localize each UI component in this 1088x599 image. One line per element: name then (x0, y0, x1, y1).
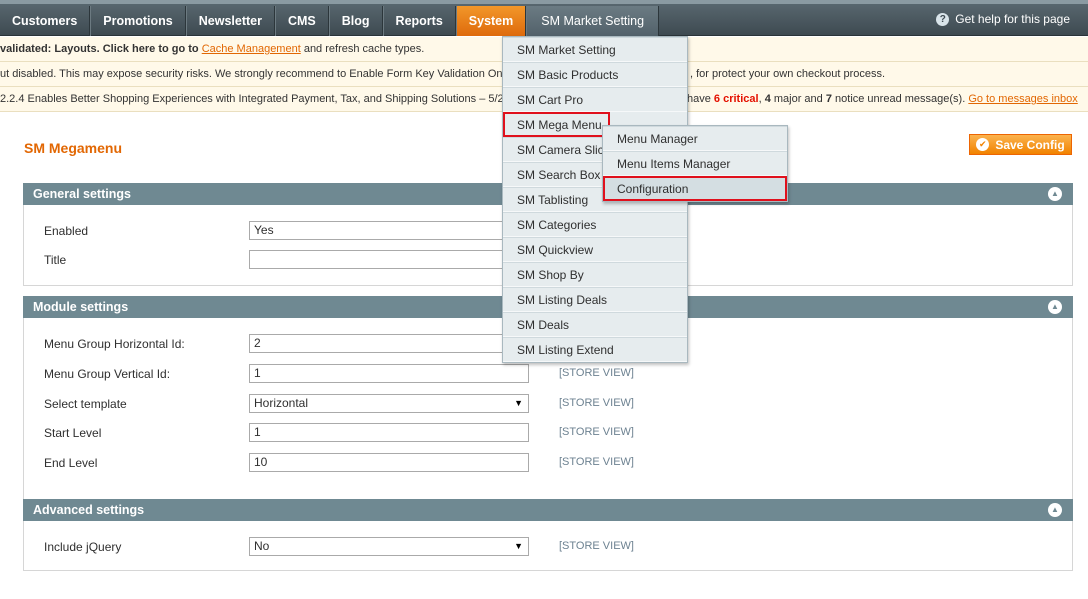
end-level-label: End Level (44, 456, 98, 470)
notice-form-key-text: ut disabled. This may expose security ri… (0, 68, 503, 80)
menu-group-horizontal-value: 2 (254, 336, 261, 350)
advanced-settings-body: Include jQuery No ▼ [STORE VIEW] (23, 521, 1073, 571)
notice-major: major and (770, 93, 826, 105)
menu-item-sm-listing-extend[interactable]: SM Listing Extend (503, 337, 687, 362)
messages-inbox-link[interactable]: Go to messages inbox (968, 93, 1077, 105)
title-label: Title (44, 253, 67, 267)
enabled-label: Enabled (44, 224, 89, 238)
notice-messages-text: 2.2.4 Enables Better Shopping Experience… (0, 93, 504, 105)
select-template-select[interactable]: Horizontal ▼ (249, 394, 529, 413)
submenu-item-configuration[interactable]: Configuration (603, 176, 787, 201)
help-link[interactable]: ? Get help for this page (936, 12, 1070, 26)
notice-messages-summary: have 6 critical, 4 major and 7 notice un… (687, 87, 1078, 111)
nav-customers[interactable]: Customers (0, 6, 91, 36)
collapse-up-icon[interactable]: ▲ (1048, 300, 1062, 314)
help-label: Get help for this page (955, 12, 1070, 26)
save-config-label: Save Config (995, 137, 1065, 152)
admin-top-nav: Customers Promotions Newsletter CMS Blog… (0, 0, 1088, 36)
collapse-up-icon[interactable]: ▲ (1048, 187, 1062, 201)
menu-group-horizontal-input[interactable]: 2 (249, 334, 529, 353)
start-level-input[interactable]: 1 (249, 423, 529, 442)
critical-count: 6 critical (713, 93, 759, 105)
end-level-scope: [STORE VIEW] (559, 456, 634, 468)
nav-reports[interactable]: Reports (382, 6, 456, 36)
start-level-label: Start Level (44, 426, 102, 440)
menu-item-sm-shop-by[interactable]: SM Shop By (503, 262, 687, 287)
menu-item-sm-listing-deals[interactable]: SM Listing Deals (503, 287, 687, 312)
menu-item-sm-categories[interactable]: SM Categories (503, 212, 687, 237)
sm-mega-menu-submenu: Menu Manager Menu Items Manager Configur… (602, 125, 788, 202)
collapse-up-icon[interactable]: ▲ (1048, 503, 1062, 517)
nav-sm-market-setting[interactable]: SM Market Setting (526, 6, 660, 36)
end-level-input[interactable]: 10 (249, 453, 529, 472)
menu-item-sm-basic-products[interactable]: SM Basic Products (503, 62, 687, 87)
submenu-item-menu-manager[interactable]: Menu Manager (603, 126, 787, 151)
menu-group-vertical-input[interactable]: 1 (249, 364, 529, 383)
enabled-value: Yes (254, 223, 274, 237)
menu-item-sm-quickview[interactable]: SM Quickview (503, 237, 687, 262)
menu-item-sm-mega-menu[interactable]: SM Mega Menu (503, 112, 610, 137)
menu-item-sm-deals[interactable]: SM Deals (503, 312, 687, 337)
save-config-button[interactable]: ✔ Save Config (969, 134, 1072, 155)
submenu-item-menu-items-manager[interactable]: Menu Items Manager (603, 151, 787, 176)
notice-cache-tail: and refresh cache types. (300, 43, 425, 55)
advanced-settings-title: Advanced settings (33, 503, 145, 517)
cache-management-link[interactable]: Cache Management (202, 43, 301, 55)
include-jquery-select[interactable]: No ▼ (249, 537, 529, 556)
dropdown-arrow-icon: ▼ (514, 398, 523, 408)
advanced-settings-header[interactable]: Advanced settings ▲ (23, 499, 1073, 521)
menu-item-sm-market-setting[interactable]: SM Market Setting (503, 37, 687, 62)
menu-group-vertical-value: 1 (254, 366, 261, 380)
menu-group-horizontal-label: Menu Group Horizontal Id: (44, 337, 185, 351)
end-level-value: 10 (254, 455, 268, 469)
menu-group-vertical-label: Menu Group Vertical Id: (44, 367, 171, 381)
nav-blog[interactable]: Blog (328, 6, 383, 36)
dropdown-arrow-icon: ▼ (514, 541, 523, 551)
top-strip (0, 0, 1088, 4)
check-circle-icon: ✔ (976, 138, 990, 151)
menu-item-sm-cart-pro[interactable]: SM Cart Pro (503, 87, 687, 112)
select-template-label: Select template (44, 397, 127, 411)
notice-cache-text: validated: Layouts. Click here to go to (0, 43, 202, 55)
notice-form-key-tail: , for protect your own checkout process. (690, 68, 886, 80)
enabled-select[interactable]: Yes (249, 221, 529, 240)
module-settings-title: Module settings (33, 300, 129, 314)
include-jquery-label: Include jQuery (44, 540, 122, 554)
notice-have: have (687, 93, 714, 105)
main-menu: Customers Promotions Newsletter CMS Blog… (0, 6, 660, 36)
start-level-scope: [STORE VIEW] (559, 426, 634, 438)
notice-notice: notice unread message(s). (831, 93, 969, 105)
nav-system[interactable]: System (455, 6, 527, 36)
question-circle-icon: ? (936, 12, 950, 26)
nav-newsletter[interactable]: Newsletter (185, 6, 275, 36)
select-template-scope: [STORE VIEW] (559, 397, 634, 409)
menu-group-vertical-scope: [STORE VIEW] (559, 367, 634, 379)
advanced-settings-section: Advanced settings ▲ Include jQuery No ▼ [… (23, 499, 1073, 571)
page-title: SM Megamenu (24, 140, 123, 156)
include-jquery-scope: [STORE VIEW] (559, 540, 634, 552)
nav-promotions[interactable]: Promotions (90, 6, 186, 36)
nav-cms[interactable]: CMS (274, 6, 329, 36)
start-level-value: 1 (254, 425, 261, 439)
select-template-value: Horizontal (254, 396, 309, 410)
title-input[interactable] (249, 250, 529, 269)
general-settings-title: General settings (33, 187, 131, 201)
include-jquery-value: No (254, 539, 270, 553)
